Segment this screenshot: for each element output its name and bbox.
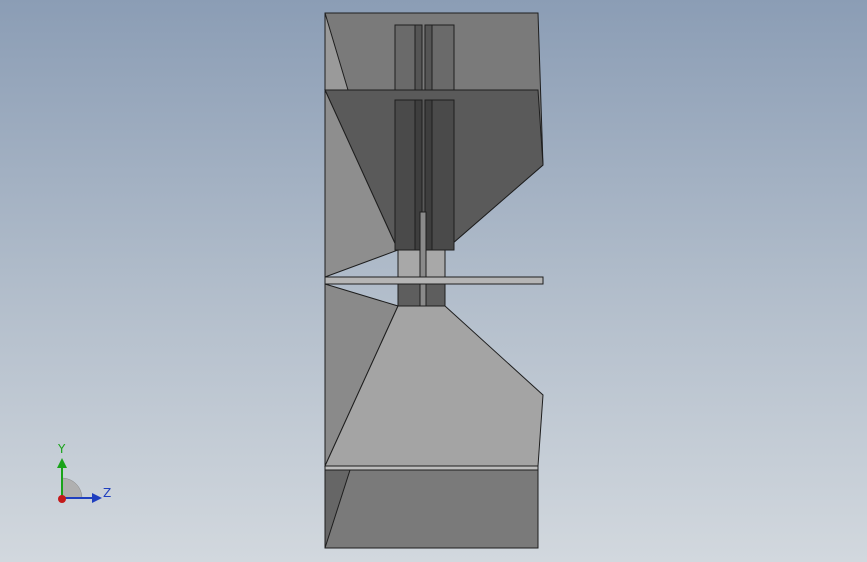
center-plate [324, 276, 544, 285]
lower-plate [324, 465, 539, 471]
y-axis-label: Y [57, 442, 66, 456]
model-view[interactable] [0, 0, 867, 562]
z-axis-arrow-icon [92, 493, 102, 503]
axis-triad: Y Z [57, 442, 111, 503]
upper-slot-right [431, 24, 455, 91]
y-axis-arrow-icon [57, 458, 67, 468]
bottom-block-face [324, 469, 539, 549]
upper-slot-inner-left [414, 24, 423, 91]
mid-slot-left [394, 99, 416, 251]
upper-slot-inner-right [424, 24, 433, 91]
mid-slot-right [431, 99, 455, 251]
z-axis-label: Z [103, 486, 111, 500]
triad-quadrant [61, 477, 83, 499]
upper-slot-left [394, 24, 416, 91]
x-axis-dot-icon [58, 495, 66, 503]
graphics-viewport[interactable]: Y Z [0, 0, 867, 562]
